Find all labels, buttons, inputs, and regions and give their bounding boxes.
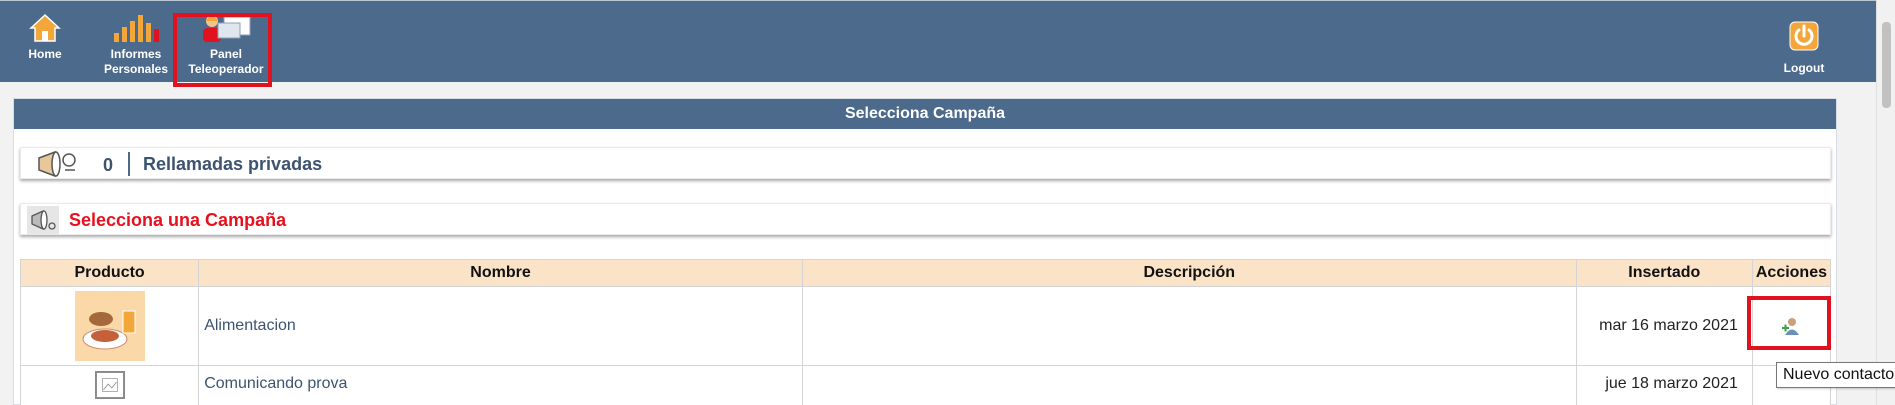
product-cell — [19, 365, 200, 405]
header-producto[interactable]: Producto — [19, 259, 200, 287]
separator — [128, 152, 130, 176]
table-row: Comunicando prova jue 18 marzo 2021 — [19, 365, 1832, 405]
scrollbar-thumb[interactable] — [1882, 22, 1891, 108]
broken-image-icon — [94, 371, 125, 399]
actions-cell — [1751, 286, 1832, 366]
private-recalls-label: Rellamadas privadas — [143, 154, 323, 174]
vertical-scrollbar[interactable] — [1876, 0, 1895, 405]
nav-panel-teleoperador[interactable]: Panel Teleoperador — [186, 13, 266, 77]
nav-logout[interactable]: Logout — [1764, 21, 1844, 76]
header-descripcion[interactable]: Descripción — [801, 259, 1577, 287]
nav-informes-label-2: Personales — [103, 62, 169, 76]
food-image — [74, 291, 145, 361]
private-recalls-count: 0 — [103, 155, 114, 175]
product-cell — [19, 286, 200, 366]
private-recalls-bar[interactable]: 0 Rellamadas privadas — [20, 147, 1831, 179]
new-contact-icon[interactable] — [1781, 316, 1801, 336]
nav-logout-label: Logout — [1783, 61, 1825, 75]
campaign-name-link[interactable]: Comunicando prova — [204, 375, 347, 392]
nav-informes-label-1: Informes — [110, 47, 162, 61]
nav-home-label: Home — [28, 47, 62, 61]
header-acciones: Acciones — [1751, 259, 1832, 287]
description-cell — [801, 365, 1577, 405]
description-cell — [801, 286, 1577, 366]
megaphone-icon — [38, 150, 76, 178]
teleoperator-icon — [203, 15, 251, 42]
campaign-name-cell: Comunicando prova — [198, 365, 803, 405]
nav-home[interactable]: Home — [5, 13, 85, 62]
nav-panel-label-2: Teleoperador — [188, 62, 264, 76]
table-header-row: Producto Nombre Descripción Insertado Ac… — [19, 259, 1832, 287]
campaign-name-cell: Alimentacion — [198, 286, 803, 366]
campaign-table: Producto Nombre Descripción Insertado Ac… — [19, 259, 1832, 405]
header-insertado[interactable]: Insertado — [1575, 259, 1753, 287]
top-nav-bar: Home Informes Personales Panel Teleopera… — [0, 0, 1876, 87]
select-campaign-label: Selecciona una Campaña — [69, 210, 287, 230]
bar-chart-icon — [114, 15, 159, 42]
tooltip: Nuevo contacto — [1776, 362, 1895, 388]
header-nombre[interactable]: Nombre — [198, 259, 803, 287]
nav-panel-label-1: Panel — [209, 47, 242, 61]
panel-title: Selecciona Campaña — [14, 99, 1836, 129]
campaign-name-link[interactable]: Alimentacion — [204, 317, 296, 334]
inserted-date-cell: mar 16 marzo 2021 — [1575, 286, 1753, 366]
nav-informes-personales[interactable]: Informes Personales — [96, 13, 176, 77]
megaphone-small-icon — [27, 206, 59, 234]
select-campaign-bar: Selecciona una Campaña — [20, 203, 1831, 235]
campaign-panel: Selecciona Campaña 0 Rellamadas privadas… — [13, 98, 1837, 405]
inserted-date-cell: jue 18 marzo 2021 — [1575, 365, 1753, 405]
power-icon — [1789, 21, 1819, 51]
home-icon — [29, 13, 61, 42]
table-row: Alimentacion mar 16 marzo 2021 — [19, 286, 1832, 366]
